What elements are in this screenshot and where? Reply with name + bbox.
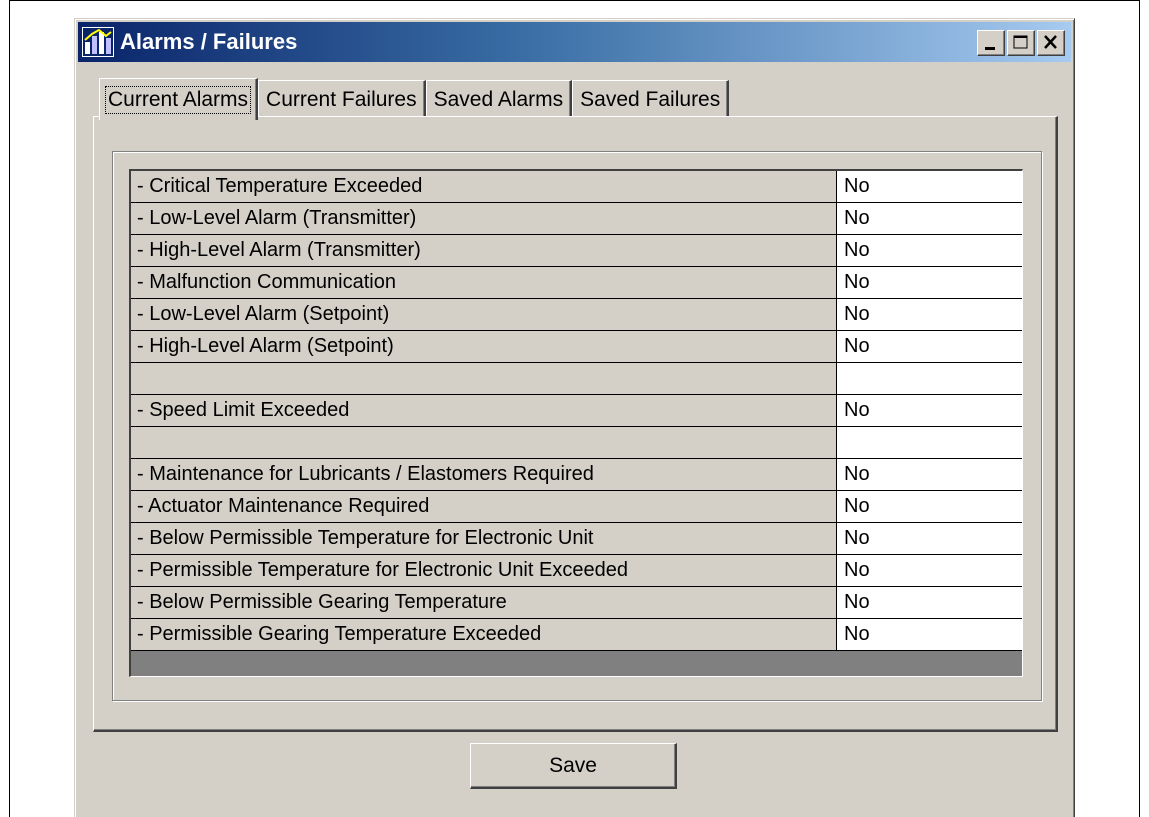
alarm-status: No [837, 395, 1022, 426]
table-row-spacer [131, 363, 1022, 395]
close-button[interactable] [1037, 30, 1065, 56]
tab-saved-failures[interactable]: Saved Failures [572, 80, 730, 118]
alarm-status: No [837, 235, 1022, 266]
alarm-label: - High-Level Alarm (Transmitter) [131, 235, 837, 266]
table-row[interactable]: - High-Level Alarm (Transmitter) No [131, 235, 1022, 267]
minimize-button[interactable] [977, 30, 1005, 56]
alarm-label: - Low-Level Alarm (Setpoint) [131, 299, 837, 330]
table-row[interactable]: - Maintenance for Lubricants / Elastomer… [131, 459, 1022, 491]
alarm-status: No [837, 555, 1022, 586]
tab-label: Saved Failures [580, 87, 721, 111]
alarm-label: - Low-Level Alarm (Transmitter) [131, 203, 837, 234]
title-bar[interactable]: Alarms / Failures [78, 22, 1071, 62]
alarm-status [837, 427, 1022, 458]
alarm-label: - Speed Limit Exceeded [131, 395, 837, 426]
current-alarms-panel: - Critical Temperature Exceeded No - Low… [93, 116, 1058, 732]
alarm-status: No [837, 203, 1022, 234]
alarm-status: No [837, 619, 1022, 650]
minimize-icon [985, 47, 995, 50]
alarm-label: - Below Permissible Gearing Temperature [131, 587, 837, 618]
alarm-label: - Maintenance for Lubricants / Elastomer… [131, 459, 837, 490]
alarm-label [131, 363, 837, 394]
tab-label: Saved Alarms [433, 87, 564, 111]
alarm-status: No [837, 459, 1022, 490]
table-row-spacer [131, 427, 1022, 459]
alarm-status: No [837, 331, 1022, 362]
table-row[interactable]: - Low-Level Alarm (Transmitter) No [131, 203, 1022, 235]
maximize-button[interactable] [1007, 30, 1035, 56]
tab-saved-alarms[interactable]: Saved Alarms [425, 80, 573, 118]
alarm-label: - Below Permissible Temperature for Elec… [131, 523, 837, 554]
tab-current-alarms[interactable]: Current Alarms [99, 78, 259, 120]
app-icon[interactable] [82, 27, 114, 57]
tab-strip: Current Alarms Current Failures Saved Al… [99, 76, 730, 120]
alarm-label: - Actuator Maintenance Required [131, 491, 837, 522]
tab-current-failures[interactable]: Current Failures [258, 80, 426, 118]
alarm-status: No [837, 267, 1022, 298]
alarms-group-box: - Critical Temperature Exceeded No - Low… [112, 151, 1042, 701]
alarm-label: - Permissible Temperature for Electronic… [131, 555, 837, 586]
tab-label: Current Failures [266, 87, 417, 111]
table-row[interactable]: - Below Permissible Temperature for Elec… [131, 523, 1022, 555]
alarms-failures-window: Alarms / Failures Current Alarms Current… [74, 18, 1075, 817]
alarm-label: - High-Level Alarm (Setpoint) [131, 331, 837, 362]
maximize-icon [1013, 35, 1028, 49]
alarm-status: No [837, 171, 1022, 202]
table-row[interactable]: - Speed Limit Exceeded No [131, 395, 1022, 427]
table-row[interactable]: - Permissible Temperature for Electronic… [131, 555, 1022, 587]
alarms-grid[interactable]: - Critical Temperature Exceeded No - Low… [129, 169, 1023, 677]
table-row[interactable]: - Permissible Gearing Temperature Exceed… [131, 619, 1022, 651]
alarm-status [837, 363, 1022, 394]
alarm-label: - Permissible Gearing Temperature Exceed… [131, 619, 837, 650]
table-row[interactable]: - Critical Temperature Exceeded No [131, 171, 1022, 203]
table-row[interactable]: - High-Level Alarm (Setpoint) No [131, 331, 1022, 363]
table-row[interactable]: - Actuator Maintenance Required No [131, 491, 1022, 523]
alarm-label: - Critical Temperature Exceeded [131, 171, 837, 202]
alarm-status: No [837, 587, 1022, 618]
save-button[interactable]: Save [470, 743, 677, 789]
alarm-status: No [837, 523, 1022, 554]
window-title: Alarms / Failures [120, 29, 298, 54]
alarm-status: No [837, 299, 1022, 330]
caption-buttons [975, 30, 1065, 56]
close-icon [1044, 35, 1057, 49]
table-row[interactable]: - Malfunction Communication No [131, 267, 1022, 299]
table-row[interactable]: - Low-Level Alarm (Setpoint) No [131, 299, 1022, 331]
tab-label: Current Alarms [105, 85, 252, 114]
alarm-label [131, 427, 837, 458]
alarm-label: - Malfunction Communication [131, 267, 837, 298]
alarm-status: No [837, 491, 1022, 522]
table-row[interactable]: - Below Permissible Gearing Temperature … [131, 587, 1022, 619]
